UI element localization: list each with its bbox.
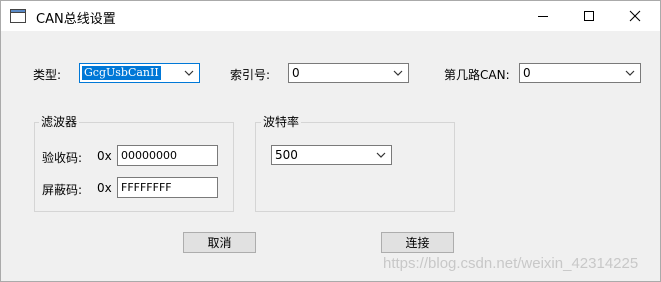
chevron-down-icon	[625, 70, 635, 76]
close-button[interactable]	[612, 1, 658, 31]
app-icon	[10, 9, 26, 23]
channel-label: 第几路CAN:	[444, 68, 510, 82]
channel-select[interactable]: 0	[519, 63, 641, 83]
filter-group	[34, 122, 234, 212]
baud-select-value: 500	[275, 148, 298, 162]
mask-code-label: 屏蔽码:	[42, 183, 83, 197]
acc-code-label: 验收码:	[42, 151, 83, 165]
mask-code-input[interactable]: FFFFFFFF	[117, 177, 218, 198]
chevron-down-icon	[184, 70, 194, 76]
watermark-text: https://blog.csdn.net/weixin_42314225	[383, 255, 639, 272]
mask-code-value: FFFFFFFF	[121, 181, 172, 194]
minimize-icon	[538, 16, 548, 17]
baud-group	[255, 122, 455, 212]
index-select[interactable]: 0	[288, 63, 409, 83]
maximize-icon	[584, 11, 594, 21]
close-icon	[629, 10, 641, 22]
acc-code-input[interactable]: 00000000	[117, 145, 218, 166]
acc-code-value: 00000000	[121, 149, 177, 162]
filter-group-title: 滤波器	[39, 113, 80, 130]
connect-button[interactable]: 连接	[381, 232, 454, 253]
minimize-button[interactable]	[520, 1, 566, 31]
maximize-button[interactable]	[566, 1, 612, 31]
title-bar: CAN总线设置	[1, 1, 660, 31]
cancel-button[interactable]: 取消	[183, 232, 256, 253]
index-label: 索引号:	[230, 68, 271, 82]
chevron-down-icon	[376, 152, 386, 158]
acc-code-prefix: 0x	[97, 149, 112, 163]
index-select-value: 0	[292, 66, 300, 80]
type-label: 类型:	[33, 68, 62, 82]
can-settings-window: CAN总线设置 类型: GcgUsbCanII 索引号: 0 第几路CAN: 0…	[0, 0, 661, 282]
mask-code-prefix: 0x	[97, 181, 112, 195]
type-select-value: GcgUsbCanII	[82, 66, 161, 80]
channel-select-value: 0	[523, 66, 531, 80]
type-select[interactable]: GcgUsbCanII	[79, 63, 200, 83]
baud-select[interactable]: 500	[271, 145, 392, 165]
window-title: CAN总线设置	[36, 12, 116, 27]
chevron-down-icon	[393, 70, 403, 76]
baud-group-title: 波特率	[261, 113, 302, 130]
